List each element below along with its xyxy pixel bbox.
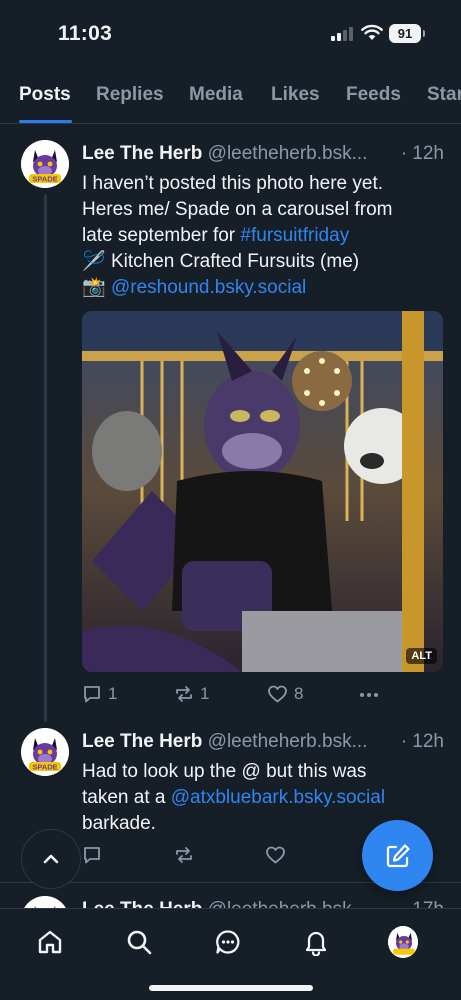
post-text-line: taken at a @atxbluebark.bsky.social [82,785,442,811]
repost-icon [176,847,192,863]
like-button[interactable] [265,845,286,865]
reply-icon [84,686,100,703]
post-text-segment: late september for [82,225,241,246]
reply-button[interactable]: 1 [82,684,117,704]
post-text-line: 📸 @reshound.bsky.social [82,275,442,301]
camera-emoji: 📸 [82,277,106,298]
chevron-up-icon [43,854,59,864]
mention-link[interactable]: @atxbluebark.bsky.social [171,787,385,808]
status-bar: 11:03 91 [0,0,461,70]
thread-line [44,194,47,722]
post-text-segment: taken at a [82,787,171,808]
nav-notifications[interactable] [301,927,331,957]
tab-posts[interactable]: Posts [19,84,71,106]
profile-tabs: Posts Replies Media Likes Feeds Star [0,70,461,124]
nav-search[interactable] [124,927,154,957]
post-text: I haven’t posted this photo here yet. He… [82,171,442,301]
post-actions [82,845,382,867]
like-icon [268,685,287,703]
tab-feeds[interactable]: Feeds [346,84,401,106]
post-text-segment: Kitchen Crafted Fursuits (me) [105,251,360,272]
compose-icon [386,843,410,867]
repost-count: 1 [200,684,210,703]
author-handle[interactable]: @leetheherb.bsk... [208,731,368,752]
carousel-photo [82,311,443,672]
avatar[interactable]: SPADE [21,728,69,776]
nav-home[interactable] [35,927,65,957]
tab-replies[interactable]: Replies [96,84,164,106]
compose-button[interactable] [362,820,433,891]
tab-media[interactable]: Media [189,84,243,106]
reply-button[interactable] [82,845,102,865]
home-icon [38,930,62,954]
avatar-text: SPADE [32,175,57,184]
like-icon [266,846,285,864]
avatar[interactable]: SPADE [21,140,69,188]
reply-icon [84,847,100,864]
post-time[interactable]: · 12h [394,143,444,165]
post-header: Lee The Herb @leetheherb.bsk... · 12h [82,143,444,165]
post-actions: 1 1 8 [82,684,382,706]
active-tab-indicator [19,120,72,123]
repost-button[interactable] [174,845,194,865]
post-text-line: 🪡 Kitchen Crafted Fursuits (me) [82,249,442,275]
alt-badge[interactable]: ALT [406,648,437,664]
author-handle[interactable]: @leetheherb.bsk... [208,143,368,164]
post-text-line: late september for #fursuitfriday [82,223,442,249]
hashtag-link[interactable]: #fursuitfriday [240,225,349,246]
search-icon [127,930,152,955]
status-time: 11:03 [58,22,113,45]
post-header: Lee The Herb @leetheherb.bsk... · 12h [82,731,444,753]
needle-emoji: 🪡 [82,251,106,272]
post-time[interactable]: · 12h [394,731,444,753]
wifi-icon [361,24,383,40]
mention-link[interactable]: @reshound.bsky.social [111,277,306,298]
repost-button[interactable]: 1 [174,684,209,704]
nav-profile[interactable] [388,926,418,958]
chat-icon [216,930,240,954]
like-count: 8 [294,684,304,703]
profile-avatar [388,926,418,958]
avatar-text: SPADE [32,763,57,772]
author-name[interactable]: Lee The Herb [82,143,202,164]
bell-icon [305,931,327,956]
signal-icon [331,27,353,41]
author-name[interactable]: Lee The Herb [82,731,202,752]
battery-indicator: 91 [389,24,425,43]
avatar-image: SPADE [21,728,69,776]
repost-icon [176,686,192,702]
post-text-line: I haven’t posted this photo here yet. [82,173,384,194]
tab-starter-packs[interactable]: Star [427,84,461,106]
tab-likes[interactable]: Likes [271,84,320,106]
reply-count: 1 [108,684,118,703]
post-text-line: Had to look up the @ but this was [82,761,367,782]
avatar-image [388,926,418,958]
more-options-button[interactable] [358,684,380,706]
scroll-to-top-button[interactable] [21,829,81,889]
more-icon [360,693,378,697]
home-indicator [149,985,313,991]
nav-chat[interactable] [213,927,243,957]
like-button[interactable]: 8 [267,684,303,704]
avatar-image: SPADE [21,140,69,188]
post-text-line: Heres me/ Spade on a carousel from [82,199,393,220]
post-image[interactable]: ALT [82,311,443,672]
